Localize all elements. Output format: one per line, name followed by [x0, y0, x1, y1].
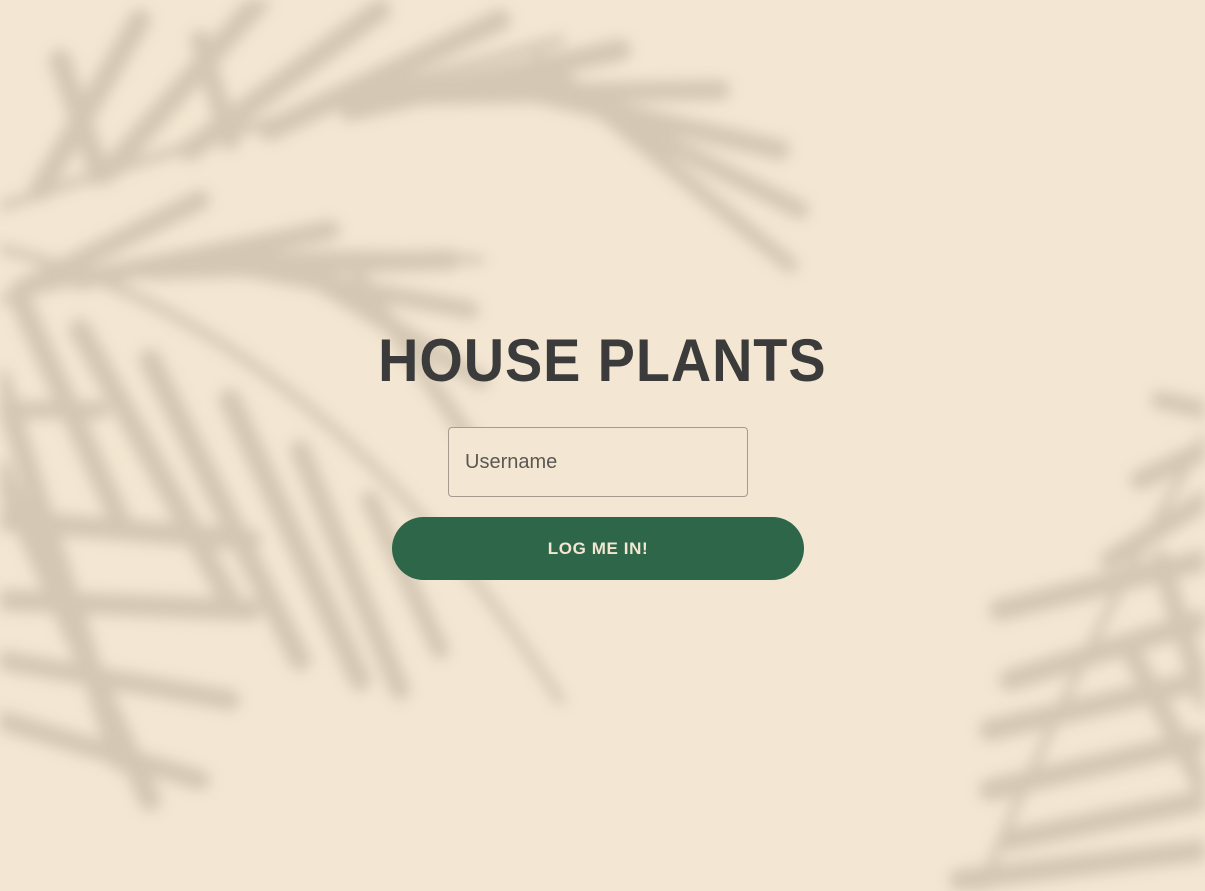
login-container: HOUSE PLANTS LOG ME IN! — [0, 0, 1205, 891]
login-page: HOUSE PLANTS LOG ME IN! — [0, 0, 1205, 891]
username-input[interactable] — [448, 427, 748, 497]
login-button[interactable]: LOG ME IN! — [392, 517, 804, 580]
page-title: HOUSE PLANTS — [378, 327, 827, 394]
